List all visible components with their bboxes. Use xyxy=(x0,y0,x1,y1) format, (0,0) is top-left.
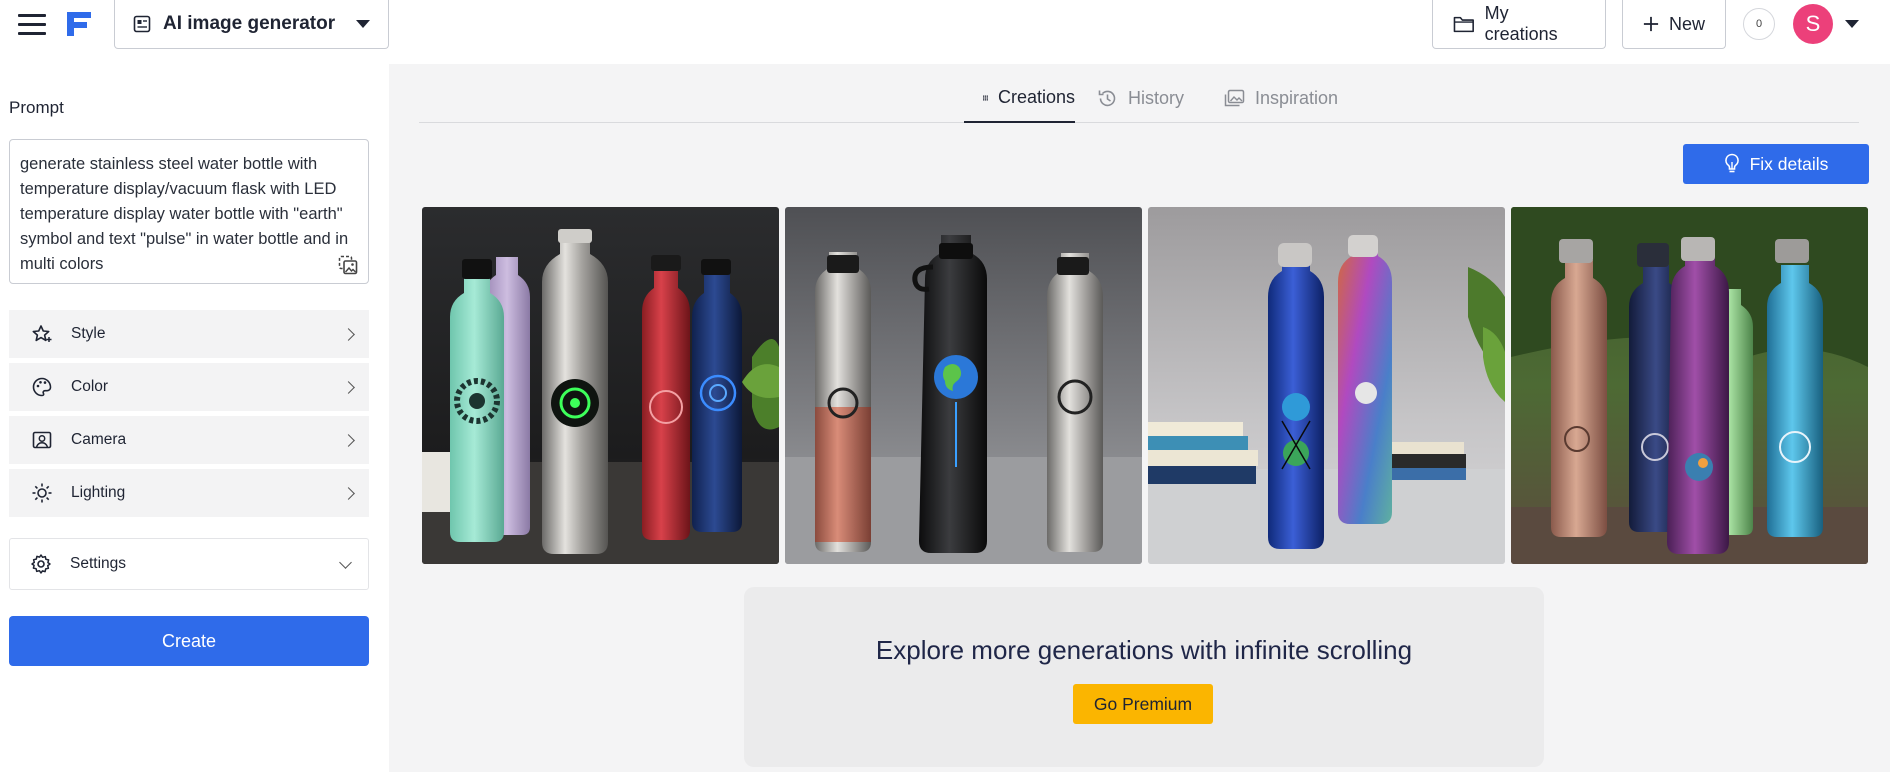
hamburger-menu-icon[interactable] xyxy=(18,14,46,38)
tab-inspiration[interactable]: Inspiration xyxy=(1224,74,1338,123)
prompt-title: Prompt xyxy=(9,98,64,117)
main-area: Creations History Inspiration Fix detail… xyxy=(389,64,1890,772)
palette-icon xyxy=(32,377,52,397)
tool-selector-label: AI image generator xyxy=(163,13,336,34)
account-menu-chevron-icon[interactable] xyxy=(1845,20,1859,28)
generated-image-1[interactable] xyxy=(422,207,779,564)
fix-details-button[interactable]: Fix details xyxy=(1683,144,1869,184)
fix-details-label: Fix details xyxy=(1749,153,1829,174)
new-button[interactable]: New xyxy=(1622,0,1726,49)
chevron-right-icon xyxy=(342,433,355,447)
star-sparkle-icon xyxy=(32,325,52,342)
tab-creations[interactable]: Creations xyxy=(964,74,1075,123)
create-button[interactable]: Create xyxy=(9,616,369,666)
generated-image-3[interactable] xyxy=(1148,207,1505,564)
settings-label: Settings xyxy=(70,555,127,572)
chevron-right-icon xyxy=(342,486,355,500)
image-gallery xyxy=(422,207,1869,564)
go-premium-button[interactable]: Go Premium xyxy=(1073,684,1213,724)
sun-icon xyxy=(32,483,52,503)
promo-title: Explore more generations with infinite s… xyxy=(875,635,1413,665)
new-label: New xyxy=(1668,13,1705,34)
settings-accordion[interactable]: Settings xyxy=(9,538,369,590)
images-icon xyxy=(1224,89,1245,107)
tab-creations-label: Creations xyxy=(997,87,1075,107)
top-bar: AI image generator My creations New 0 S xyxy=(0,0,1890,64)
generated-image-4[interactable] xyxy=(1511,207,1868,564)
chevron-down-icon xyxy=(356,20,370,28)
tool-selector-dropdown[interactable]: AI image generator xyxy=(114,0,389,49)
gear-icon xyxy=(31,554,51,574)
credits-counter[interactable]: 0 xyxy=(1743,8,1775,40)
chevron-right-icon xyxy=(342,327,355,341)
accordion-color[interactable]: Color xyxy=(9,363,369,411)
accordion-camera-label: Camera xyxy=(71,431,127,448)
premium-promo-card: Explore more generations with infinite s… xyxy=(744,587,1544,767)
my-creations-button[interactable]: My creations xyxy=(1432,0,1606,49)
tab-history-label: History xyxy=(1128,88,1185,108)
prompt-text: generate stainless steel water bottle wi… xyxy=(20,155,349,273)
accordion-camera[interactable]: Camera xyxy=(9,416,369,464)
camera-portrait-icon xyxy=(32,431,52,449)
chevron-right-icon xyxy=(342,380,355,394)
accordion-style-label: Style xyxy=(71,325,106,342)
accordion-lighting-label: Lighting xyxy=(71,484,126,501)
lightbulb-icon xyxy=(1724,153,1739,173)
tab-inspiration-label: Inspiration xyxy=(1255,88,1339,108)
document-image-icon xyxy=(133,15,151,33)
tab-history[interactable]: History xyxy=(1097,74,1184,123)
prompt-textarea[interactable]: generate stainless steel water bottle wi… xyxy=(9,139,369,284)
my-creations-label: My creations xyxy=(1484,3,1558,44)
generated-image-2[interactable] xyxy=(785,207,1142,564)
grid-icon xyxy=(983,95,988,100)
accordion-style[interactable]: Style xyxy=(9,310,369,358)
app-logo-icon[interactable] xyxy=(65,10,93,38)
image-upload-icon[interactable] xyxy=(338,255,358,275)
chevron-down-icon xyxy=(339,555,352,569)
avatar[interactable]: S xyxy=(1793,4,1833,44)
history-icon xyxy=(1098,90,1116,107)
accordion-color-label: Color xyxy=(71,378,109,395)
folder-icon xyxy=(1453,16,1474,33)
tab-bar: Creations History Inspiration xyxy=(419,64,1859,123)
left-panel: Prompt generate stainless steel water bo… xyxy=(0,74,389,772)
plus-icon xyxy=(1643,16,1659,32)
accordion-lighting[interactable]: Lighting xyxy=(9,469,369,517)
